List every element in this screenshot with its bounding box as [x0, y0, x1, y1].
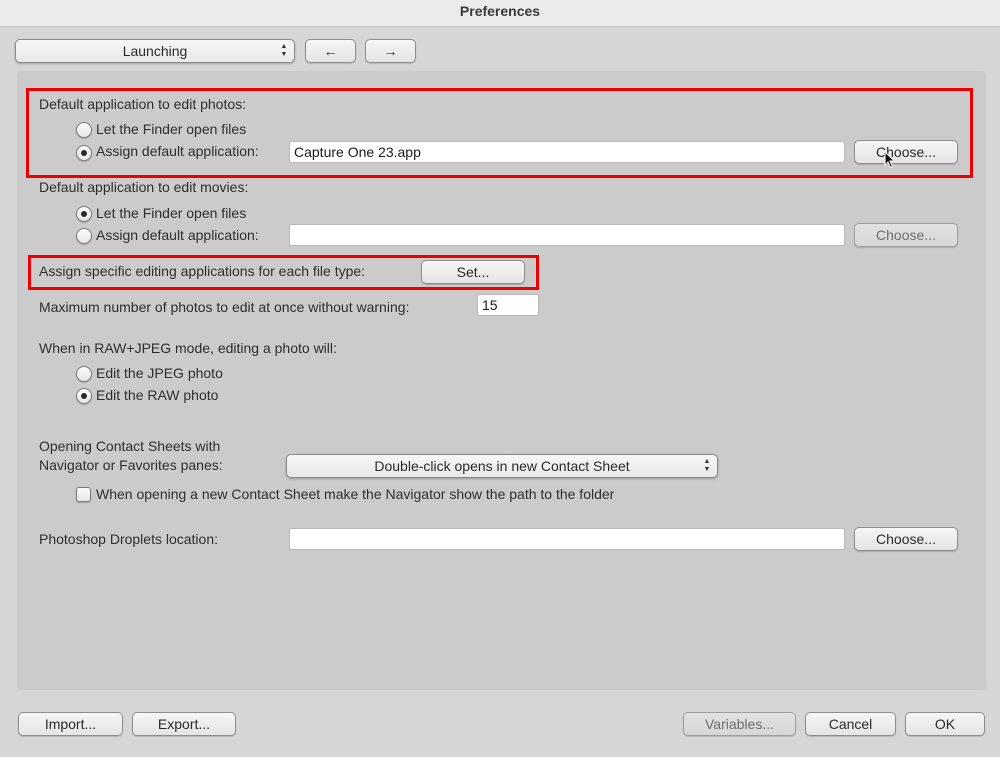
- contact-sheet-popup-value: Double-click opens in new Contact Sheet: [374, 458, 630, 474]
- photos-assign-label[interactable]: Assign default application:: [96, 143, 259, 159]
- navigator-path-checkbox[interactable]: [76, 487, 91, 502]
- ok-button[interactable]: OK: [905, 712, 985, 736]
- movies-finder-radio[interactable]: [76, 206, 92, 222]
- export-label: Export...: [157, 716, 211, 732]
- section-popup-value: Launching: [122, 43, 188, 59]
- import-button[interactable]: Import...: [18, 712, 123, 736]
- photos-heading: Default application to edit photos:: [39, 96, 247, 112]
- edit-raw-label[interactable]: Edit the RAW photo: [96, 387, 218, 403]
- droplets-choose-button[interactable]: Choose...: [854, 527, 958, 551]
- ok-label: OK: [934, 716, 956, 732]
- popup-arrows-icon: ▲ ▼: [703, 458, 711, 473]
- movies-assign-radio[interactable]: [76, 228, 92, 244]
- movies-finder-label[interactable]: Let the Finder open files: [96, 205, 246, 221]
- section-popup[interactable]: Launching ▲ ▼: [15, 39, 295, 63]
- movies-choose-button[interactable]: Choose...: [854, 223, 958, 247]
- set-button[interactable]: Set...: [421, 260, 525, 284]
- import-label: Import...: [44, 716, 97, 732]
- back-button[interactable]: ←: [305, 39, 356, 63]
- max-photos-label: Maximum number of photos to edit at once…: [39, 299, 410, 315]
- movies-assign-label[interactable]: Assign default application:: [96, 227, 259, 243]
- navigator-path-label[interactable]: When opening a new Contact Sheet make th…: [96, 486, 614, 502]
- back-arrow-icon: ←: [323, 43, 338, 59]
- variables-label: Variables...: [705, 716, 774, 732]
- contact-sheets-label-line1: Opening Contact Sheets with: [39, 438, 221, 454]
- droplets-location-field[interactable]: [289, 528, 845, 550]
- raw-jpeg-heading: When in RAW+JPEG mode, editing a photo w…: [39, 340, 337, 356]
- forward-arrow-icon: →: [383, 43, 398, 59]
- variables-button[interactable]: Variables...: [683, 712, 796, 736]
- droplets-choose-label: Choose...: [876, 531, 936, 547]
- file-types-label: Assign specific editing applications for…: [39, 263, 366, 279]
- edit-raw-radio[interactable]: [76, 388, 92, 404]
- contact-sheet-popup[interactable]: Double-click opens in new Contact Sheet …: [286, 454, 718, 478]
- movies-heading: Default application to edit movies:: [39, 179, 249, 195]
- cancel-button[interactable]: Cancel: [805, 712, 896, 736]
- photos-app-field[interactable]: Capture One 23.app: [289, 141, 845, 163]
- edit-jpeg-radio[interactable]: [76, 366, 92, 382]
- export-button[interactable]: Export...: [132, 712, 236, 736]
- window-title-bar: Preferences: [0, 0, 1000, 27]
- movies-app-field[interactable]: [289, 224, 845, 246]
- photos-finder-radio[interactable]: [76, 122, 92, 138]
- cancel-label: Cancel: [828, 716, 873, 732]
- edit-jpeg-label[interactable]: Edit the JPEG photo: [96, 365, 223, 381]
- droplets-label: Photoshop Droplets location:: [39, 531, 218, 547]
- popup-arrows-icon: ▲ ▼: [280, 43, 288, 58]
- forward-button[interactable]: →: [365, 39, 416, 63]
- window-title: Preferences: [459, 3, 541, 19]
- movies-choose-label: Choose...: [876, 227, 936, 243]
- photos-choose-button[interactable]: Choose...: [854, 140, 958, 164]
- photos-finder-label[interactable]: Let the Finder open files: [96, 121, 246, 137]
- photos-assign-radio[interactable]: [76, 145, 92, 161]
- max-photos-field[interactable]: 15: [477, 294, 539, 316]
- set-button-label: Set...: [456, 264, 490, 280]
- mouse-pointer-icon: [884, 151, 896, 169]
- contact-sheets-label-line2: Navigator or Favorites panes:: [39, 457, 223, 473]
